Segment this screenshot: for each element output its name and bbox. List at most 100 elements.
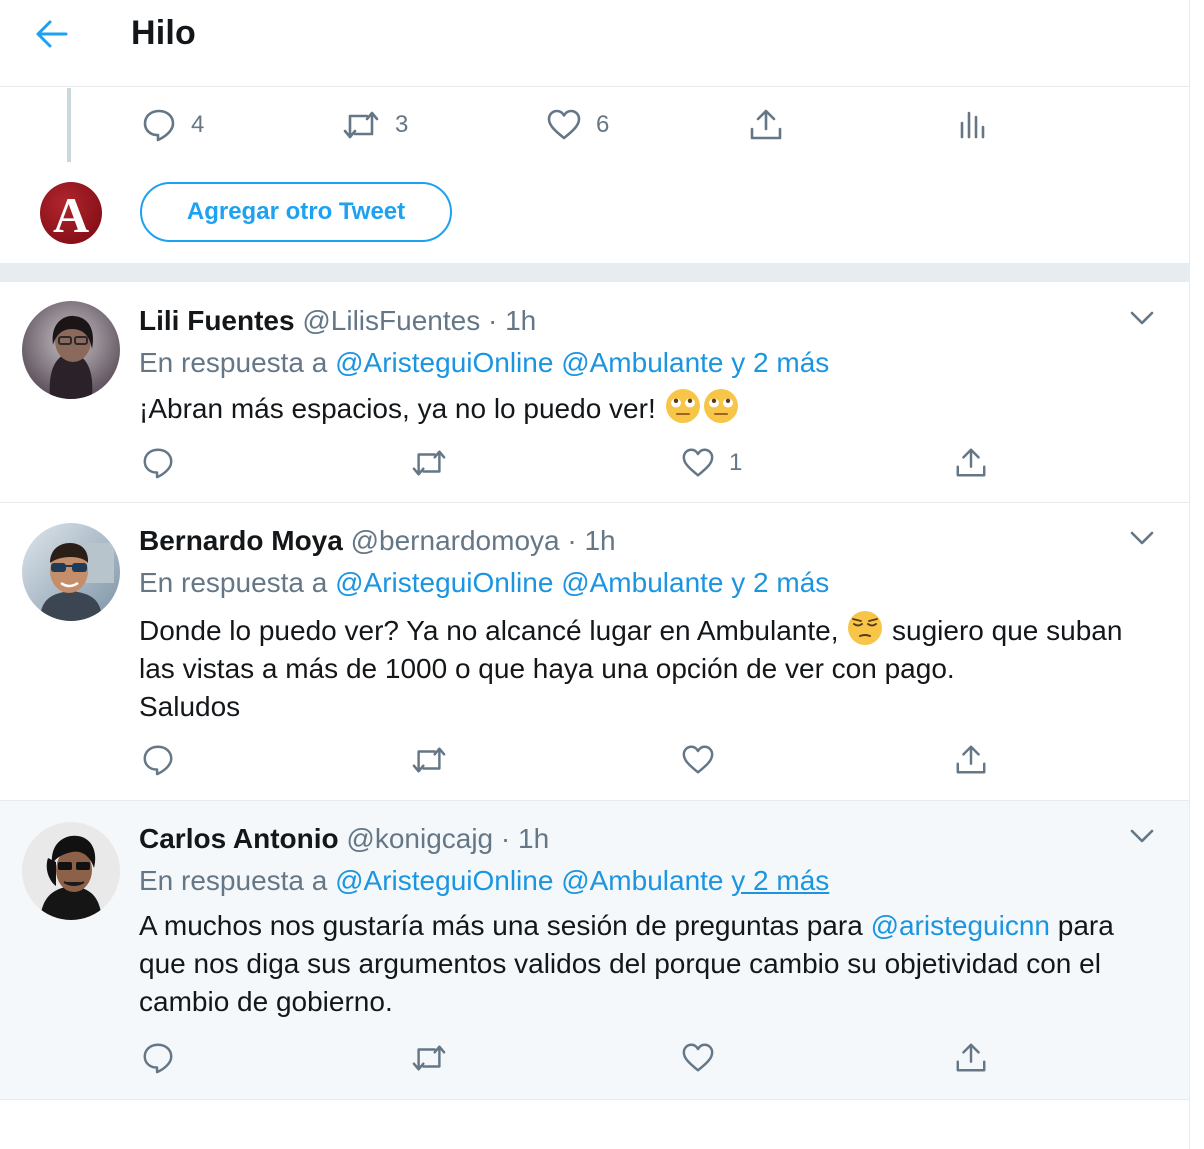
user-handle[interactable]: @konigcajg [346, 823, 493, 854]
analytics-button[interactable] [954, 107, 990, 143]
tweet-menu-button[interactable] [1125, 823, 1159, 849]
reply-targets-link[interactable]: @AristeguiOnline @Ambulante [335, 567, 723, 598]
reply-icon [143, 745, 173, 776]
tweet-header: Lili Fuentes @LilisFuentes · 1h [139, 305, 536, 337]
share-icon [750, 109, 782, 140]
reply-context: En respuesta a @AristeguiOnline @Ambulan… [139, 567, 829, 599]
share-button[interactable] [954, 1041, 988, 1075]
tweet-header: Carlos Antonio @konigcajg · 1h [139, 823, 549, 855]
page-title: Hilo [131, 14, 197, 52]
reply-button[interactable] [141, 446, 175, 480]
share-button[interactable] [748, 107, 784, 143]
tweet-text: ¡Abran más espacios, ya no lo puedo ver! [139, 387, 1149, 428]
display-name[interactable]: Carlos Antonio [139, 823, 339, 854]
separator-dot: · [567, 525, 577, 556]
tweet-text-content: A muchos nos gustaría más una sesión de … [139, 910, 863, 941]
tweet-header: Bernardo Moya @bernardomoya · 1h [139, 525, 616, 557]
back-button[interactable] [30, 16, 74, 52]
reply-context: En respuesta a @AristeguiOnline @Ambulan… [139, 865, 829, 897]
retweet-button[interactable]: 3 [341, 107, 408, 143]
reply-tweet[interactable]: Carlos Antonio @konigcajg · 1h En respue… [0, 801, 1189, 1100]
tweet-menu-button[interactable] [1125, 525, 1159, 551]
face-with-rolling-eyes-emoji [703, 389, 738, 423]
reply-prefix: En respuesta a [139, 567, 328, 598]
timestamp[interactable]: 1h [584, 525, 615, 556]
retweet-button[interactable] [410, 446, 448, 480]
retweet-icon [343, 111, 379, 139]
display-name[interactable]: Lili Fuentes [139, 305, 295, 336]
like-count: 1 [729, 449, 743, 476]
reply-icon [143, 1043, 173, 1074]
tweet-text: Donde lo puedo ver? Ya no alcancé lugar … [139, 609, 1149, 726]
chevron-down-icon [1130, 829, 1154, 843]
like-button[interactable]: 1 [681, 446, 742, 480]
reply-count: 4 [191, 111, 205, 138]
reply-targets-link[interactable]: @AristeguiOnline @Ambulante [335, 347, 723, 378]
reply-prefix: En respuesta a [139, 347, 328, 378]
reply-tweet[interactable]: Lili Fuentes @LilisFuentes · 1h En respu… [0, 283, 1189, 503]
chevron-down-icon [1130, 311, 1154, 325]
heart-icon [682, 448, 714, 477]
avatar[interactable] [22, 301, 120, 399]
tweet-text-content: Saludos [139, 691, 241, 722]
like-button[interactable] [681, 1041, 715, 1075]
reply-prefix: En respuesta a [139, 865, 328, 896]
avatar[interactable] [22, 822, 120, 920]
retweet-icon [412, 747, 446, 773]
tweet-text-content: ¡Abran más espacios, ya no lo puedo ver! [139, 393, 656, 424]
retweet-button[interactable] [410, 1041, 448, 1075]
display-name[interactable]: Bernardo Moya [139, 525, 343, 556]
reply-more-link[interactable]: y 2 más [731, 347, 829, 378]
heart-icon [682, 1043, 714, 1072]
tweet-menu-button[interactable] [1125, 305, 1159, 331]
retweet-icon [412, 450, 446, 476]
heart-icon [547, 109, 581, 140]
arrow-left-icon [36, 20, 68, 48]
thread-connector-line [67, 88, 71, 162]
reply-targets-link[interactable]: @AristeguiOnline @Ambulante [335, 865, 723, 896]
timestamp[interactable]: 1h [518, 823, 549, 854]
share-icon [956, 1043, 986, 1072]
separator-dot: · [487, 305, 498, 336]
reply-more-link[interactable]: y 2 más [731, 865, 829, 896]
reply-tweet[interactable]: Bernardo Moya @bernardomoya · 1h En resp… [0, 503, 1189, 801]
face-with-rolling-eyes-emoji [665, 389, 700, 423]
like-button[interactable] [681, 743, 715, 777]
reply-context: En respuesta a @AristeguiOnline @Ambulan… [139, 347, 829, 379]
avatar[interactable] [22, 523, 120, 621]
chevron-down-icon [1130, 531, 1154, 545]
user-handle[interactable]: @LilisFuentes [302, 305, 480, 336]
like-button[interactable]: 6 [546, 107, 609, 143]
reply-button[interactable] [141, 743, 175, 777]
share-button[interactable] [954, 743, 988, 777]
analytics-icon [960, 111, 985, 139]
retweet-count: 3 [395, 111, 409, 138]
share-icon [956, 448, 986, 477]
mention-link[interactable]: @aristeguicnn [871, 910, 1050, 941]
section-divider [0, 263, 1189, 282]
user-handle[interactable]: @bernardomoya [351, 525, 560, 556]
retweet-icon [412, 1045, 446, 1071]
heart-icon [682, 745, 714, 774]
share-button[interactable] [954, 446, 988, 480]
timestamp[interactable]: 1h [505, 305, 536, 336]
separator-dot: · [500, 823, 511, 854]
share-icon [956, 745, 986, 774]
user-photo [22, 301, 120, 399]
tweet-text: A muchos nos gustaría más una sesión de … [139, 907, 1149, 1021]
avatar-letter: A [52, 187, 90, 243]
reply-icon [143, 448, 173, 479]
reply-icon [143, 109, 175, 142]
reply-more-link[interactable]: y 2 más [731, 567, 829, 598]
header: Hilo [0, 0, 1189, 87]
own-avatar[interactable]: A [40, 182, 102, 244]
tweet-text-content: Donde lo puedo ver? Ya no alcancé lugar … [139, 615, 839, 646]
reply-button[interactable]: 4 [141, 107, 204, 143]
user-photo [22, 523, 120, 621]
like-count: 6 [596, 111, 610, 138]
add-another-tweet-button[interactable]: Agregar otro Tweet [140, 182, 452, 242]
reply-button[interactable] [141, 1041, 175, 1075]
retweet-button[interactable] [410, 743, 448, 777]
thread-column: Hilo 4 3 6 A Agregar otro Tweet Lili Fue… [0, 0, 1190, 1149]
user-photo [22, 822, 120, 920]
